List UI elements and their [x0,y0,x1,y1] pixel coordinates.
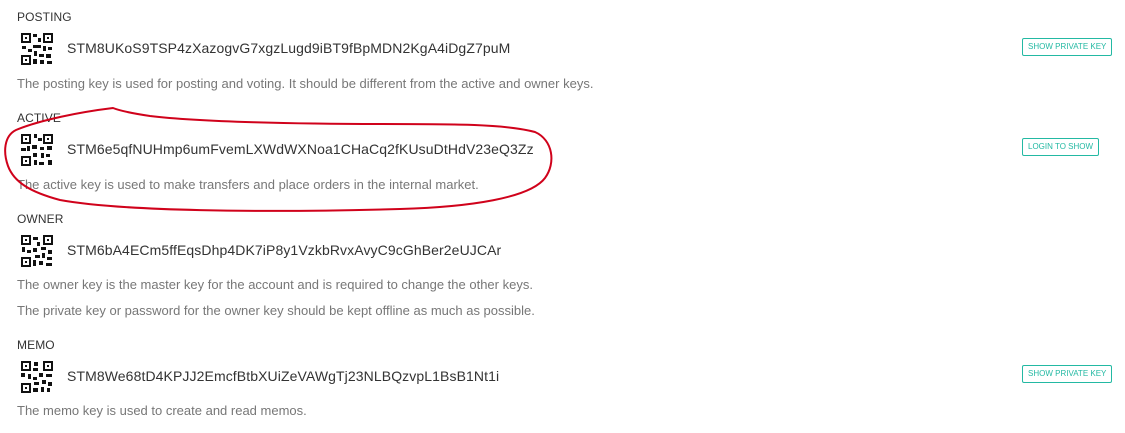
posting-key-row: STM8UKoS9TSP4zXazogvG7xgzLugd9iBT9fBpMDN… [0,32,1125,66]
active-key-row: STM6e5qfNUHmp6umFvemLXWdWXNoa1CHaCq2fKUs… [0,133,1125,167]
owner-label: OWNER [17,212,64,226]
owner-description-2: The private key or password for the owne… [17,303,535,318]
login-to-show-button[interactable]: LOGIN TO SHOW [1022,138,1100,156]
show-private-key-button[interactable]: SHOW PRIVATE KEY [1022,365,1113,383]
active-public-key: STM6e5qfNUHmp6umFvemLXWdWXNoa1CHaCq2fKUs… [67,141,534,157]
active-description: The active key is used to make transfers… [17,177,479,192]
memo-description: The memo key is used to create and read … [17,403,307,418]
show-private-key-button[interactable]: SHOW PRIVATE KEY [1022,38,1113,56]
owner-description-1: The owner key is the master key for the … [17,277,533,292]
posting-public-key: STM8UKoS9TSP4zXazogvG7xgzLugd9iBT9fBpMDN… [67,40,511,56]
qr-code-icon[interactable] [20,360,54,394]
owner-public-key: STM6bA4ECm5ffEqsDhp4DK7iP8y1VzkbRvxAvyC9… [67,242,502,258]
qr-code-icon[interactable] [20,32,54,66]
qr-code-icon[interactable] [20,133,54,167]
memo-label: MEMO [17,338,55,352]
qr-code-icon[interactable] [20,234,54,268]
memo-key-row: STM8We68tD4KPJJ2EmcfBtbXUiZeVAWgTj23NLBQ… [0,360,1125,394]
active-label: ACTIVE [17,111,61,125]
posting-label: POSTING [17,10,72,24]
owner-key-row: STM6bA4ECm5ffEqsDhp4DK7iP8y1VzkbRvxAvyC9… [0,234,1125,268]
memo-public-key: STM8We68tD4KPJJ2EmcfBtbXUiZeVAWgTj23NLBQ… [67,368,500,384]
posting-description: The posting key is used for posting and … [17,76,594,91]
